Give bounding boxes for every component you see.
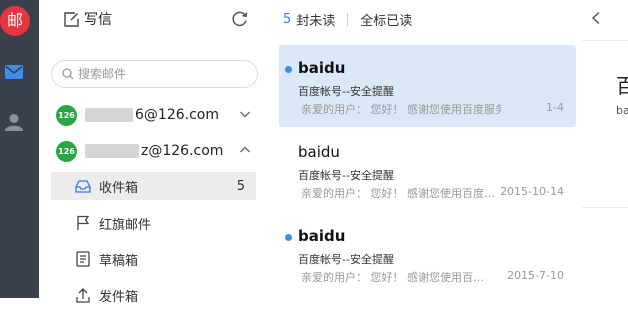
compose-icon [64, 11, 79, 27]
folder-panel: 写信 126 6@126.com 126 z@126.com 收件箱 5 红旗邮… [39, 0, 272, 305]
message-sender: baidu [298, 59, 346, 77]
mail-icon[interactable] [5, 64, 23, 83]
account-2[interactable]: 126 z@126.com [56, 140, 251, 162]
folder-name: 红旗邮件 [99, 217, 152, 233]
message-subject: 百度帐号--安全提醒 [298, 253, 394, 266]
outbox-icon [76, 288, 90, 303]
divider [582, 40, 628, 41]
unread-count: 5 [283, 12, 292, 27]
unread-label: 封未读 [296, 14, 336, 29]
blurred-address-prefix [85, 108, 133, 122]
message-sender: baidu [298, 227, 346, 245]
account-badge: 126 [56, 140, 77, 162]
account-1[interactable]: 126 6@126.com [56, 104, 251, 126]
compose-button[interactable]: 写信 [64, 9, 112, 29]
refresh-icon[interactable] [230, 9, 250, 29]
message-preview: 亲爱的用户： 您好！ 感谢您使用百… [301, 271, 484, 284]
app-logo: 邮 [0, 6, 30, 36]
contacts-icon[interactable] [5, 113, 23, 135]
blurred-address-prefix [85, 144, 139, 158]
folder-inbox[interactable]: 收件箱 5 [51, 172, 256, 200]
message-date: 2015-10-14 [500, 185, 564, 198]
back-arrow-icon[interactable] [590, 11, 602, 25]
message-date: 2015-7-10 [507, 269, 564, 282]
message-subject: 百度帐号--安全提醒 [298, 85, 394, 98]
message-preview: 亲爱的用户： 您好！ 感谢您使用百度服务… [301, 103, 501, 116]
app-rail: 邮 [0, 0, 39, 298]
message-date: 1-4 [546, 101, 564, 114]
folder-name: 草稿箱 [99, 253, 139, 269]
folder-count: 5 [236, 178, 245, 194]
message-item[interactable]: baidu 百度帐号--安全提醒 亲爱的用户： 您好！ 感谢您使用百… 2015… [279, 213, 576, 295]
reading-pane: 百 ba [582, 0, 628, 298]
reading-from: ba [616, 104, 628, 117]
message-sender: baidu [298, 143, 340, 161]
message-list: 5 封未读 全标已读 baidu 百度帐号--安全提醒 亲爱的用户： 您好！ 感… [271, 0, 582, 298]
message-preview: 亲爱的用户： 您好！ 感谢您使用百度… [301, 187, 495, 200]
search-input[interactable] [78, 67, 238, 81]
message-subject: 百度帐号--安全提醒 [298, 169, 394, 182]
divider [582, 207, 628, 208]
inbox-icon [75, 180, 91, 193]
search-icon [62, 68, 74, 80]
folder-name: 收件箱 [99, 180, 139, 196]
search-box[interactable] [51, 60, 258, 88]
folder-outbox[interactable]: 发件箱 [51, 281, 256, 309]
account-badge: 126 [56, 104, 77, 126]
account-address: z@126.com [141, 143, 224, 159]
folder-flagged[interactable]: 红旗邮件 [51, 209, 256, 237]
flag-icon [77, 215, 90, 230]
folder-drafts[interactable]: 草稿箱 [51, 245, 256, 273]
message-item[interactable]: baidu 百度帐号--安全提醒 亲爱的用户： 您好！ 感谢您使用百度… 201… [279, 129, 576, 211]
message-item[interactable]: baidu 百度帐号--安全提醒 亲爱的用户： 您好！ 感谢您使用百度服务… 1… [279, 45, 576, 127]
divider [347, 13, 349, 26]
list-header: 5 封未读 全标已读 [283, 10, 412, 29]
unread-dot [285, 234, 292, 241]
unread-dot [285, 66, 292, 73]
folder-name: 发件箱 [99, 289, 139, 305]
reading-title: 百 [616, 74, 628, 98]
compose-label: 写信 [84, 12, 112, 28]
mark-all-read-button[interactable]: 全标已读 [360, 10, 412, 29]
chevron-up-icon[interactable] [239, 144, 251, 156]
account-address: 6@126.com [135, 107, 219, 123]
chevron-down-icon[interactable] [239, 108, 251, 120]
draft-icon [76, 251, 90, 267]
